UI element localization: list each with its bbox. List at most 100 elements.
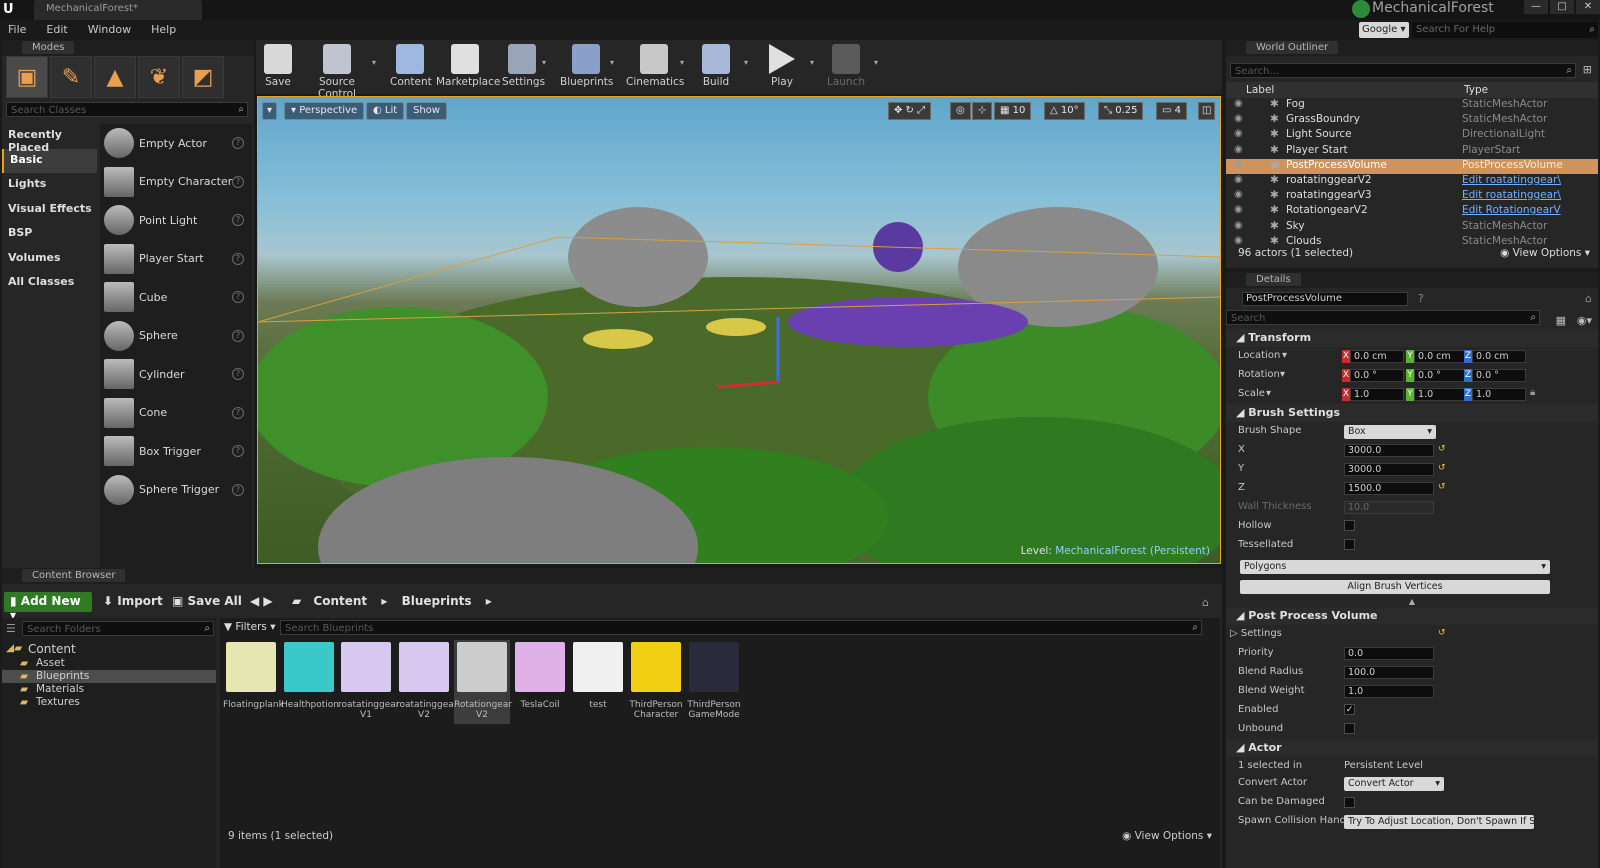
help-icon[interactable]: ? — [232, 483, 244, 496]
help-search-input[interactable]: Search For Help ⌕ — [1412, 22, 1598, 38]
level-viewport[interactable]: ▾ ▾ Perspective ◐ Lit Show ✥ ↻ ⤢ ◎ ⊹ ▦ 1… — [257, 96, 1221, 564]
asset-tile[interactable]: Rotationgear V2 — [454, 640, 512, 724]
back-forward-icons[interactable]: ◀ ▶ — [250, 594, 273, 608]
outliner-row[interactable]: ◉ ✱ Fog StaticMeshActor — [1226, 98, 1598, 113]
menu-window[interactable]: Window — [88, 23, 131, 40]
outliner-row[interactable]: ◉ ✱ Sky StaticMeshActor — [1226, 220, 1598, 235]
reset-icon[interactable]: ↺ — [1438, 628, 1446, 638]
rotation-y[interactable]: 0.0 ° — [1414, 369, 1468, 382]
folder-item[interactable]: ▰ Asset — [2, 657, 216, 670]
place-item[interactable]: Sphere Trigger? — [100, 471, 252, 510]
close-icon[interactable]: ✕ — [1576, 0, 1600, 14]
place-item[interactable]: Empty Actor? — [100, 124, 252, 163]
outliner-row[interactable]: ◉ ✱ Light Source DirectionalLight — [1226, 128, 1598, 143]
place-mode-icon[interactable]: ▣ — [6, 56, 48, 98]
asset-tile[interactable]: TeslaCoil — [512, 642, 568, 710]
place-item[interactable]: Box Trigger? — [100, 432, 252, 471]
category-basic[interactable]: Basic — [2, 148, 97, 173]
marketplace-button[interactable]: Marketplace — [436, 40, 500, 94]
visibility-eye-icon[interactable]: ◉ — [1234, 128, 1248, 143]
save-all-button[interactable]: ▣ Save All — [172, 594, 242, 608]
priority-field[interactable]: 0.0 — [1344, 647, 1434, 660]
maximize-viewport-icon[interactable]: ◫ — [1198, 102, 1216, 120]
scale-snap-toggle[interactable]: ⤡ 0.25 — [1098, 102, 1144, 120]
asset-tile[interactable]: Healthpotion — [281, 642, 339, 710]
help-icon[interactable]: ? — [232, 445, 244, 458]
can-be-damaged-checkbox[interactable] — [1344, 797, 1355, 808]
asset-tile[interactable]: ThirdPerson GameMode — [686, 642, 742, 720]
breadcrumb-blueprints[interactable]: Blueprints — [402, 594, 472, 608]
rotation-x[interactable]: 0.0 ° — [1350, 369, 1404, 382]
help-icon[interactable]: ? — [232, 368, 244, 381]
scale-z[interactable]: 1.0 — [1472, 388, 1526, 401]
folder-item[interactable]: ▰ Materials — [2, 683, 216, 696]
menu-edit[interactable]: Edit — [46, 23, 67, 40]
filters-button[interactable]: ▼ Filters ▾ — [224, 621, 276, 633]
place-item[interactable]: Sphere? — [100, 317, 252, 356]
content-button[interactable]: Content — [390, 40, 432, 94]
content-browser-tab[interactable]: Content Browser — [2, 568, 1222, 584]
visibility-eye-icon[interactable]: ◉ — [1234, 113, 1248, 128]
blend-radius-field[interactable]: 100.0 — [1344, 666, 1434, 679]
visibility-eye-icon[interactable]: ◉ — [1234, 144, 1248, 159]
lock-icon[interactable]: 🔒︎ — [1530, 387, 1535, 398]
help-icon[interactable]: ? — [232, 175, 244, 188]
spawn-collision-dropdown[interactable]: Try To Adjust Location, Don't Spawn If S… — [1344, 815, 1534, 829]
actor-section[interactable]: ◢ Actor — [1226, 739, 1598, 757]
tessellated-checkbox[interactable] — [1344, 539, 1355, 550]
place-item[interactable]: Point Light? — [100, 201, 252, 240]
place-item[interactable]: Player Start? — [100, 240, 252, 279]
place-item[interactable]: Empty Character? — [100, 163, 252, 202]
import-button[interactable]: ⬇ Import — [103, 594, 163, 608]
asset-view-options[interactable]: ◉ View Options ▾ — [1122, 830, 1212, 842]
menu-file[interactable]: File — [8, 23, 26, 40]
brush-y-field[interactable]: 3000.0 — [1344, 463, 1434, 476]
transform-section[interactable]: ◢ Transform — [1226, 329, 1598, 347]
outliner-view-options[interactable]: ◉ View Options ▾ — [1500, 247, 1590, 259]
post-process-section[interactable]: ◢ Post Process Volume — [1226, 607, 1598, 625]
collapse-icon[interactable]: ▲ — [1226, 597, 1598, 607]
chevron-down-icon[interactable]: ▾ — [1280, 369, 1285, 380]
asset-tile[interactable]: test — [570, 642, 626, 710]
chevron-down-icon[interactable]: ▾ — [744, 58, 754, 67]
category-bsp[interactable]: BSP — [2, 222, 97, 247]
document-tab[interactable]: MechanicalForest* — [34, 0, 202, 20]
folder-item[interactable]: ◢▰ Content — [2, 642, 216, 657]
help-icon[interactable]: ? — [232, 137, 244, 150]
outliner-row[interactable]: ◉ ✱ roatatinggearV2 Edit roatatinggear\ — [1226, 174, 1598, 189]
chevron-down-icon[interactable]: ▾ — [372, 58, 382, 67]
surface-snap-icon[interactable]: ⊹ — [972, 102, 993, 120]
visibility-eye-icon[interactable]: ◉ — [1234, 98, 1248, 113]
modes-tab[interactable]: Modes — [2, 40, 254, 56]
blueprints-button[interactable]: Blueprints — [560, 40, 613, 94]
place-item[interactable]: Cube? — [100, 278, 252, 317]
asset-search-input[interactable]: Search Blueprints ⌕ — [280, 620, 1202, 635]
show-button[interactable]: Show — [406, 102, 447, 120]
brush-settings-section[interactable]: ◢ Brush Settings — [1226, 404, 1598, 422]
outliner-row[interactable]: ◉ ✱ roatatinggearV3 Edit roatatinggear\ — [1226, 189, 1598, 204]
cinematics-button[interactable]: Cinematics — [626, 40, 684, 94]
category-lights[interactable]: Lights — [2, 173, 97, 198]
asset-tile[interactable]: ThirdPerson Character — [628, 642, 684, 720]
hollow-checkbox[interactable] — [1344, 520, 1355, 531]
add-filter-icon[interactable]: ⊞ — [1583, 63, 1592, 76]
folder-item[interactable]: ▰ Textures — [2, 696, 216, 709]
menu-help[interactable]: Help — [151, 23, 176, 40]
help-icon[interactable]: ? — [232, 252, 244, 265]
world-local-icon[interactable]: ◎ — [950, 102, 971, 120]
scale-y[interactable]: 1.0 — [1414, 388, 1468, 401]
asset-tile[interactable]: Floatingplank — [223, 642, 284, 710]
help-icon[interactable]: ? — [232, 214, 244, 227]
visibility-eye-icon[interactable]: ◉ — [1234, 159, 1248, 174]
reset-icon[interactable]: ↺ — [1438, 463, 1446, 473]
polygons-dropdown[interactable]: Polygons ▾ — [1240, 560, 1550, 574]
save-button[interactable]: Save — [260, 40, 296, 94]
type-column-header[interactable]: Type — [1464, 84, 1488, 96]
foliage-mode-icon[interactable]: ❦ — [138, 56, 180, 98]
blend-weight-field[interactable]: 1.0 — [1344, 685, 1434, 698]
details-tab[interactable]: Details — [1226, 272, 1598, 288]
chevron-down-icon[interactable]: ▾ — [680, 58, 690, 67]
minimize-icon[interactable]: — — [1524, 0, 1548, 14]
chevron-down-icon[interactable]: ▾ — [874, 58, 884, 67]
maximize-icon[interactable]: □ — [1550, 0, 1574, 14]
